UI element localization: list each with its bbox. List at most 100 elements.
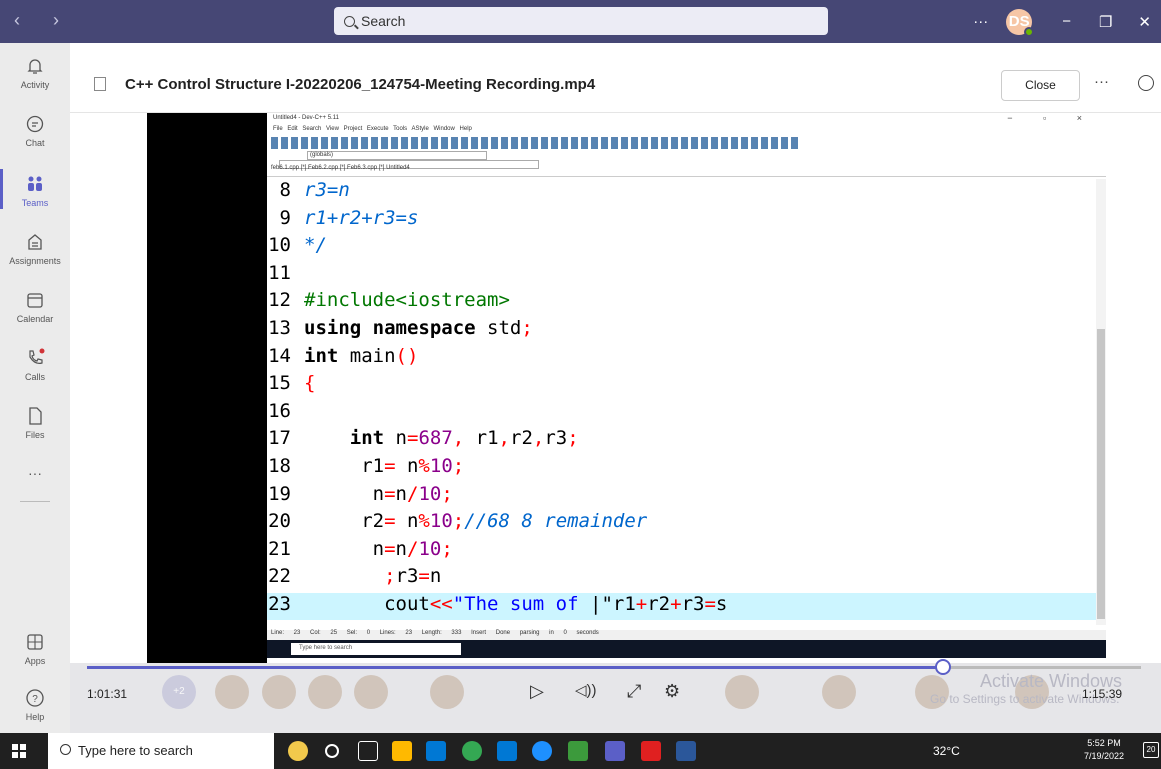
file-explorer-icon[interactable] — [392, 741, 412, 761]
devcpp-window-title: Untitled4 - Dev-C++ 5.11 — [273, 115, 339, 121]
code-text: int n=687, r1,r2,r3; — [349, 427, 579, 450]
close-button[interactable]: Close — [1001, 70, 1080, 101]
code-text: r3=n — [304, 179, 350, 201]
progress-handle[interactable] — [934, 659, 951, 675]
presence-available-icon — [1024, 26, 1035, 37]
phone-icon — [29, 348, 45, 364]
minimize-button[interactable]: − — [1062, 13, 1071, 30]
participant-avatar — [215, 675, 249, 709]
volume-button[interactable]: ◁)) — [575, 681, 597, 699]
maximize-button[interactable]: ❐ — [1099, 13, 1112, 31]
mail-icon[interactable] — [497, 741, 517, 761]
rail-item-files[interactable]: Files — [0, 405, 70, 440]
code-line: 18 r1= n%10; — [267, 455, 1097, 482]
search-input[interactable]: Search — [334, 7, 828, 35]
code-line: 10 */ — [267, 234, 1097, 261]
line-number: 18 — [268, 455, 291, 477]
cortana-icon[interactable] — [288, 741, 308, 761]
code-text: cout<<"The sum of |"r1+r2+r3=s — [304, 593, 728, 615]
back-forward-nav[interactable]: ‹ › — [14, 10, 73, 31]
code-text: n=n/10; — [304, 537, 453, 560]
code-line: 23 cout<<"The sum of |"r1+r2+r3=s — [267, 593, 1097, 620]
code-line: 19 n=n/10; — [267, 483, 1097, 510]
rail-item-more[interactable]: ··· — [0, 465, 70, 481]
windows-start-icon[interactable] — [12, 744, 26, 758]
line-number: 14 — [268, 344, 291, 367]
code-text: { — [304, 372, 316, 395]
devcpp-tabs: feb6.1.cpp [*] Feb6.2.cpp [*] Feb6.3.cpp… — [267, 165, 1106, 177]
clock-time: 5:52 PM — [1087, 738, 1121, 748]
participant-avatar — [308, 675, 342, 709]
devcpp-scope-select: (globals) — [307, 151, 487, 160]
rail-item-chat[interactable]: Chat — [0, 113, 70, 148]
code-line: 14 int main() — [267, 345, 1097, 372]
settings-gear-icon[interactable]: ⚙ — [664, 681, 680, 702]
search-placeholder: Search — [361, 13, 406, 29]
notification-count[interactable]: 20 — [1143, 742, 1159, 758]
play-button[interactable]: ▷ — [530, 681, 544, 702]
video-file-icon — [94, 77, 106, 91]
more-icon: ··· — [28, 465, 42, 481]
line-number: 16 — [268, 399, 291, 422]
teams-taskbar-icon[interactable] — [605, 741, 625, 761]
rail-item-calendar[interactable]: Calendar — [0, 289, 70, 324]
app-icon[interactable] — [568, 741, 588, 761]
search-icon — [60, 744, 71, 755]
line-number: 10 — [268, 234, 291, 257]
chat-icon[interactable] — [1138, 75, 1154, 91]
rail-label: Calendar — [16, 314, 54, 324]
rail-label: Activity — [20, 80, 50, 90]
editor-scrollbar — [1096, 179, 1106, 625]
code-text: n=n/10; — [304, 482, 453, 505]
clock[interactable]: 5:52 PM 7/19/2022 — [1075, 737, 1133, 763]
progress-bar[interactable] — [87, 659, 1141, 675]
participant-avatar — [725, 675, 759, 709]
code-line: 12 #include<iostream> — [267, 289, 1097, 316]
chat-icon — [26, 115, 44, 133]
rail-item-apps[interactable]: Apps — [0, 631, 70, 666]
main-area: C++ Control Structure I-20220206_124754-… — [70, 43, 1161, 733]
code-text: r1+r2+r3=s — [304, 206, 419, 229]
edge-icon[interactable] — [532, 741, 552, 761]
code-text: r1= n%10; — [304, 455, 465, 477]
code-text: ;r3=n — [384, 565, 442, 588]
page-title: C++ Control Structure I-20220206_124754-… — [125, 76, 596, 93]
word-icon[interactable] — [676, 741, 696, 761]
rail-item-assignments[interactable]: Assignments — [0, 231, 70, 266]
code-line: 9 r1+r2+r3=s — [267, 207, 1097, 234]
task-search-icon[interactable] — [325, 744, 339, 758]
rail-label: Calls — [24, 372, 45, 382]
code-line: 13 using namespace std; — [267, 317, 1097, 344]
rail-label: Files — [25, 430, 45, 440]
rail-item-teams[interactable]: Teams — [0, 169, 70, 209]
chrome-icon[interactable] — [462, 741, 482, 761]
line-number: 21 — [268, 537, 291, 560]
acrobat-icon[interactable] — [641, 741, 661, 761]
participants-more[interactable]: +2 — [162, 675, 196, 709]
fullscreen-button[interactable]: ⤢ — [627, 681, 641, 702]
taskbar-search-input[interactable]: Type here to search — [48, 733, 274, 769]
rail-item-help[interactable]: ? Help — [0, 687, 70, 722]
participant-avatar — [262, 675, 296, 709]
rail-item-activity[interactable]: Activity — [0, 55, 70, 90]
code-text: int main() — [304, 344, 419, 367]
close-window-button[interactable]: ✕ — [1138, 13, 1151, 31]
store-icon[interactable] — [426, 741, 446, 761]
devcpp-toolbar — [271, 137, 799, 149]
weather-temperature[interactable]: 32°C — [933, 744, 960, 758]
code-line: 8 r3=n — [267, 179, 1097, 206]
rail-label: Apps — [24, 656, 46, 666]
windows-taskbar: Type here to search 32°C 5:52 PM 7/19/20… — [0, 733, 1161, 769]
rail-label: Assignments — [9, 256, 61, 266]
line-number: 11 — [268, 261, 291, 284]
video-player[interactable]: Untitled4 - Dev-C++ 5.11 − ▫ × File Edit… — [147, 113, 1106, 663]
line-number: 19 — [268, 482, 291, 505]
avatar[interactable]: DS — [1006, 8, 1035, 37]
video-frame-devcpp: Untitled4 - Dev-C++ 5.11 − ▫ × File Edit… — [267, 113, 1106, 663]
code-line: 11 — [267, 262, 1097, 289]
task-view-icon[interactable] — [358, 741, 378, 761]
recording-header: C++ Control Structure I-20220206_124754-… — [70, 43, 1161, 113]
more-options-button[interactable]: ··· — [973, 13, 988, 30]
rail-item-calls[interactable]: Calls — [0, 347, 70, 382]
header-more-button[interactable]: ··· — [1094, 73, 1109, 90]
